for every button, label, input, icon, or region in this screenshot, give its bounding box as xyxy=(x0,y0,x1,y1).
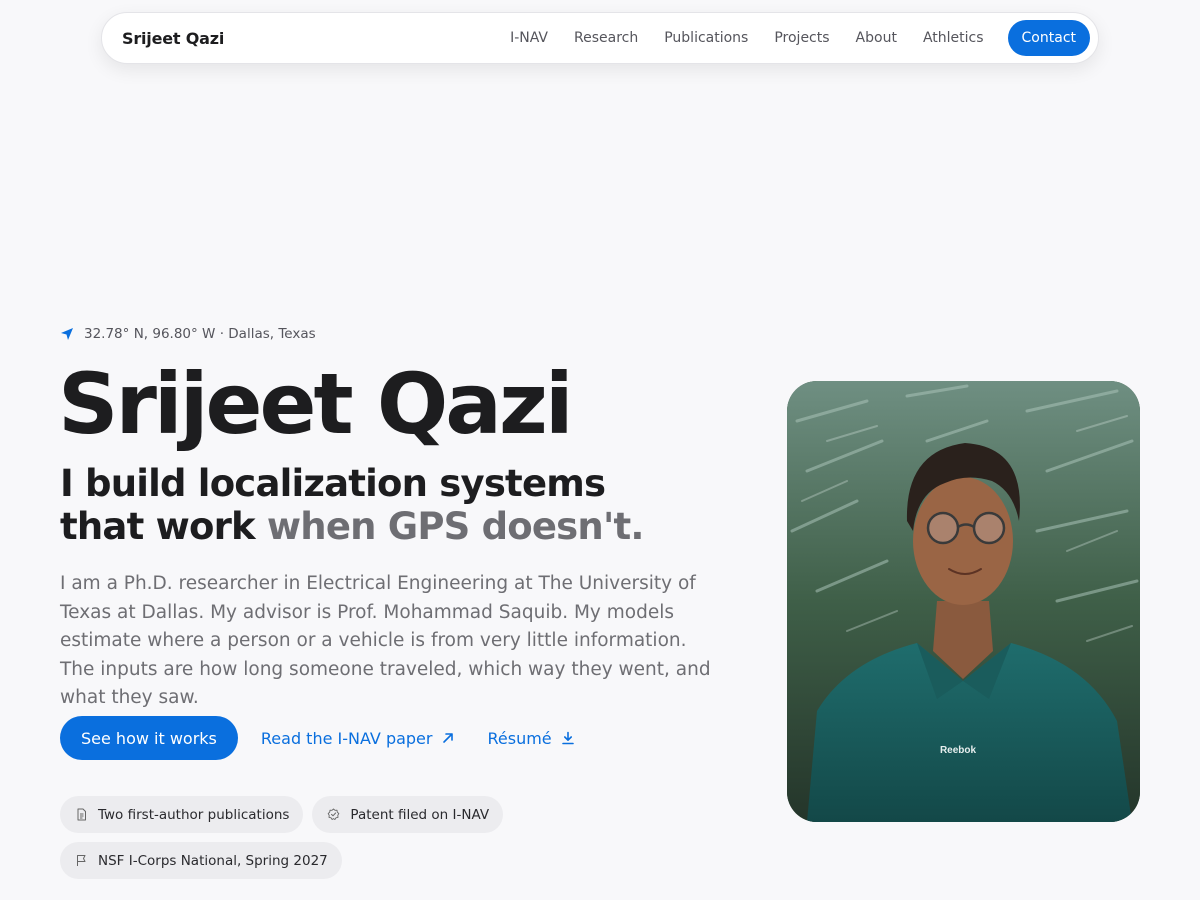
badge-check-icon xyxy=(328,808,340,820)
nav-link-about[interactable]: About xyxy=(856,30,897,46)
nav-links: I-NAV Research Publications Projects Abo… xyxy=(510,30,983,46)
chip-publications: Two first-author publications xyxy=(60,796,304,833)
location-arrow-icon xyxy=(61,328,73,340)
contact-button[interactable]: Contact xyxy=(1007,20,1090,56)
nav-link-projects[interactable]: Projects xyxy=(774,30,829,46)
chip-patent: Patent filed on I-NAV xyxy=(312,796,504,833)
top-nav: Srijeet Qazi I-NAV Research Publications… xyxy=(101,12,1099,64)
shirt-logo: Reebok xyxy=(940,745,977,756)
read-paper-link[interactable]: Read the I-NAV paper xyxy=(261,729,456,748)
chip-icorps: NSF I-Corps National, Spring 2027 xyxy=(60,842,342,879)
brand-name[interactable]: Srijeet Qazi xyxy=(122,29,224,48)
highlights: Two first-author publications Patent fil… xyxy=(60,796,520,888)
location-text: 32.78° N, 96.80° W · Dallas, Texas xyxy=(84,326,316,342)
tagline-muted: when GPS doesn't. xyxy=(266,505,645,548)
nav-link-athletics[interactable]: Athletics xyxy=(923,30,984,46)
cta-row: See how it works Read the I-NAV paper Ré… xyxy=(60,716,575,760)
flag-icon xyxy=(77,855,86,866)
arrow-up-right-icon xyxy=(443,733,454,743)
hero-tagline: I build localization systems that work w… xyxy=(60,462,700,548)
resume-label: Résumé xyxy=(487,728,552,748)
portrait-illustration: Reebok xyxy=(787,381,1140,822)
download-icon xyxy=(561,731,574,745)
nav-link-research[interactable]: Research xyxy=(574,30,638,46)
nav-link-inav[interactable]: I-NAV xyxy=(510,30,548,46)
document-icon xyxy=(77,808,86,821)
read-paper-label: Read the I-NAV paper xyxy=(260,728,433,748)
location-line: 32.78° N, 96.80° W · Dallas, Texas xyxy=(60,326,316,342)
hero-name: Srijeet Qazi xyxy=(58,355,574,453)
hero-bio: I am a Ph.D. researcher in Electrical En… xyxy=(60,573,711,708)
profile-photo: Reebok xyxy=(787,381,1140,822)
resume-link[interactable]: Résumé xyxy=(487,729,574,748)
see-how-it-works-button[interactable]: See how it works xyxy=(60,716,238,760)
nav-link-publications[interactable]: Publications xyxy=(664,30,748,46)
